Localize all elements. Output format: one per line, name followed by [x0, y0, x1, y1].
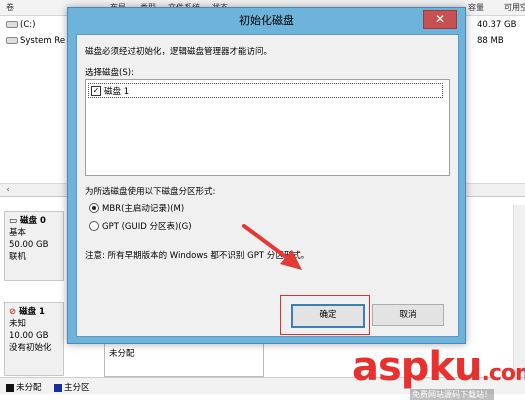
gpt-label[interactable]: GPT (GUID 分区表)(G) [102, 220, 192, 232]
free-space-value: 88 MB [477, 36, 504, 46]
volume-name: System Re [20, 36, 66, 46]
mbr-label[interactable]: MBR(主启动记录)(M) [102, 202, 184, 214]
partition-style-label: 为所选磁盘使用以下磁盘分区形式: [85, 187, 216, 197]
gpt-radio[interactable] [89, 221, 99, 231]
warning-disk-icon: ⊘ [9, 307, 20, 317]
disk-1-info[interactable]: ⊘ 磁盘 1 未知 10.00 GB 没有初始化 [4, 302, 64, 376]
legend-item: 未分配 [6, 381, 42, 393]
dialog-body: 磁盘必须经过初始化，逻辑磁盘管理器才能访问。 选择磁盘(S): ✓ 磁盘 1 为… [76, 34, 459, 337]
dialog-title: 初始化磁盘 [239, 14, 294, 27]
watermark-brand: aspku [352, 344, 483, 390]
legend-label: 未分配 [16, 383, 42, 393]
intro-text: 磁盘必须经过初始化，逻辑磁盘管理器才能访问。 [85, 47, 273, 57]
close-button[interactable]: ✕ [423, 10, 457, 29]
legend-item: 主分区 [54, 381, 90, 393]
disk-status: 联机 [9, 252, 27, 262]
scroll-left-icon[interactable]: ‹ [2, 184, 14, 196]
disk-item-label: 磁盘 1 [104, 87, 130, 97]
annotation-arrow-icon [242, 224, 302, 270]
watermark-tagline: 免费网站源码下载站！ [410, 389, 494, 400]
initialize-disk-dialog: 初始化磁盘 ✕ 磁盘必须经过初始化，逻辑磁盘管理器才能访问。 选择磁盘(S): … [67, 7, 466, 344]
disk-listbox[interactable]: ✓ 磁盘 1 [85, 79, 450, 176]
disk-type: 未知 [9, 319, 27, 329]
list-item[interactable]: ✓ 磁盘 1 [88, 83, 443, 98]
column-header-free-space[interactable]: 可用空间 [504, 2, 525, 13]
cancel-button[interactable]: 取消 [372, 304, 444, 326]
mbr-radio[interactable] [89, 203, 99, 213]
disk-status: 没有初始化 [9, 343, 52, 353]
legend-label: 主分区 [64, 383, 90, 393]
hdd-icon: ▭ [9, 216, 20, 226]
highlight-box [280, 295, 370, 335]
disk-checkbox[interactable]: ✓ [91, 86, 101, 96]
free-space-value: 40.37 GB [477, 20, 517, 30]
disk-0-info[interactable]: ▭ 磁盘 0 基本 50.00 GB 联机 [4, 211, 64, 281]
drive-icon [6, 37, 18, 44]
legend-swatch [6, 383, 14, 392]
partition-status: 未分配 [109, 349, 135, 359]
drive-icon [6, 21, 18, 28]
disk-size: 10.00 GB [9, 331, 49, 341]
select-disk-label: 选择磁盘(S): [85, 68, 134, 78]
disk-size: 50.00 GB [9, 240, 49, 250]
disk-name: 磁盘 1 [19, 307, 45, 317]
watermark-suffix: .com [481, 361, 525, 386]
table-row[interactable]: (C:) [6, 20, 35, 30]
volume-name: (C:) [20, 20, 36, 30]
table-row[interactable]: System Re [6, 36, 65, 46]
watermark-logo: aspku.com [352, 344, 525, 390]
column-header-capacity[interactable]: 容量 [468, 2, 484, 13]
disk-type: 基本 [9, 228, 27, 238]
legend-swatch [54, 383, 62, 392]
disk-name: 磁盘 0 [20, 216, 46, 226]
column-header-volume[interactable]: 卷 [6, 2, 14, 13]
